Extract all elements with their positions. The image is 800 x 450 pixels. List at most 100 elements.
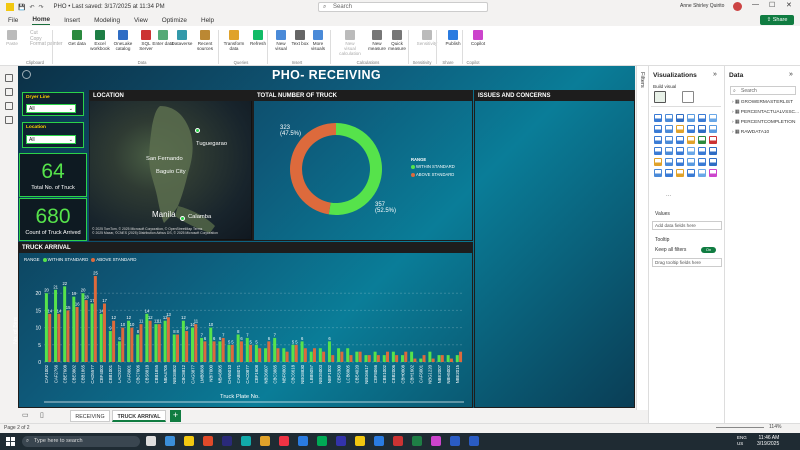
- visual-type-icon[interactable]: [654, 158, 662, 166]
- visual-type-icon[interactable]: [698, 125, 706, 133]
- windows-start-icon[interactable]: [6, 437, 15, 446]
- close-button[interactable]: ✕: [786, 1, 792, 9]
- visual-type-icon[interactable]: [709, 114, 717, 122]
- visual-type-icon[interactable]: [687, 158, 695, 166]
- maximize-button[interactable]: ☐: [769, 1, 775, 9]
- bar-above[interactable]: [221, 337, 225, 362]
- bar-within[interactable]: [428, 351, 432, 362]
- bar-above[interactable]: [322, 351, 326, 362]
- dryer-line-dropdown[interactable]: All ⌄: [26, 104, 76, 113]
- visual-type-icon[interactable]: [654, 125, 662, 133]
- dryer-line-slicer[interactable]: Dryer Line All ⌄: [22, 92, 84, 116]
- ribbon-more-visuals-button[interactable]: More visuals: [307, 30, 329, 51]
- page-view-icon[interactable]: ▭: [22, 411, 29, 419]
- visual-type-icon[interactable]: [665, 136, 673, 144]
- bar-within[interactable]: [455, 355, 459, 362]
- visual-type-icon[interactable]: [676, 136, 684, 144]
- taskbar-app-icon[interactable]: [412, 436, 422, 446]
- data-table-item[interactable]: › ▦ GROWERMASTERLIST: [732, 100, 793, 105]
- menu-home[interactable]: Home: [32, 16, 51, 25]
- bar-above[interactable]: [166, 317, 170, 362]
- search-input[interactable]: ⌕ Search: [318, 2, 488, 12]
- taskbar-app-icon[interactable]: [374, 436, 384, 446]
- bar-within[interactable]: [117, 341, 121, 362]
- collapse-viz-icon[interactable]: »: [713, 71, 717, 78]
- visual-type-icon[interactable]: [676, 114, 684, 122]
- bar-within[interactable]: [245, 337, 249, 362]
- undo-icon[interactable]: ↶: [29, 4, 34, 11]
- ribbon-excel-workbook-button[interactable]: Excel workbook: [89, 30, 111, 51]
- bar-within[interactable]: [264, 348, 268, 362]
- bar-above[interactable]: [276, 348, 280, 362]
- bar-above[interactable]: [176, 334, 180, 362]
- data-table-item[interactable]: › ▦ RAWDATA10: [732, 130, 769, 135]
- redo-icon[interactable]: ↷: [39, 4, 44, 11]
- report-view-icon[interactable]: [5, 74, 13, 82]
- bar-within[interactable]: [154, 324, 158, 362]
- menu-file[interactable]: File: [8, 17, 18, 24]
- bar-within[interactable]: [364, 355, 368, 362]
- bar-above[interactable]: [249, 344, 253, 362]
- map-marker[interactable]: [195, 128, 200, 133]
- bar-above[interactable]: [449, 358, 453, 362]
- visual-type-icon[interactable]: [698, 136, 706, 144]
- bar-above[interactable]: [148, 320, 152, 362]
- visual-type-icon[interactable]: [687, 147, 695, 155]
- bar-within[interactable]: [236, 334, 240, 362]
- bar-chart[interactable]: 051015202014CAF10022114CAF27662215CBE760…: [18, 262, 473, 408]
- bar-within[interactable]: [327, 341, 331, 362]
- bar-above[interactable]: [239, 341, 243, 362]
- format-painter-button[interactable]: Format painter: [30, 41, 63, 48]
- bar-above[interactable]: [130, 327, 134, 362]
- bar-above[interactable]: [157, 324, 161, 362]
- avatar[interactable]: [733, 2, 742, 11]
- bar-above[interactable]: [57, 313, 61, 362]
- visual-type-icon[interactable]: [654, 169, 662, 177]
- taskbar-app-icon[interactable]: [336, 436, 346, 446]
- save-icon[interactable]: 💾: [18, 4, 25, 11]
- bar-within[interactable]: [54, 289, 58, 362]
- bar-within[interactable]: [254, 344, 258, 362]
- bar-above[interactable]: [340, 351, 344, 362]
- bar-above[interactable]: [312, 348, 316, 362]
- bar-within[interactable]: [181, 320, 185, 362]
- bar-above[interactable]: [93, 276, 97, 362]
- ribbon-transform-data-button[interactable]: Transform data: [223, 30, 245, 51]
- bar-within[interactable]: [218, 341, 222, 362]
- bar-above[interactable]: [66, 310, 70, 362]
- data-table-item[interactable]: › ▦ PERCENTCOMPLETION: [732, 120, 795, 125]
- visual-type-icon[interactable]: [676, 125, 684, 133]
- location-dropdown[interactable]: All ⌄: [26, 135, 76, 144]
- visual-type-icon[interactable]: [654, 147, 662, 155]
- more-visuals-icon[interactable]: ···: [666, 193, 671, 199]
- collapse-data-icon[interactable]: »: [789, 71, 793, 78]
- ribbon-paste-button[interactable]: Paste: [1, 30, 23, 46]
- bar-above[interactable]: [48, 313, 52, 362]
- visual-type-icon[interactable]: [654, 136, 662, 144]
- bar-within[interactable]: [282, 348, 286, 362]
- visual-type-icon[interactable]: [698, 114, 706, 122]
- tooltip-well[interactable]: Drag tooltip fields here: [652, 258, 722, 267]
- taskbar-app-icon[interactable]: [203, 436, 213, 446]
- ribbon-new-visual-calculation-button[interactable]: New visual calculation: [339, 30, 361, 56]
- ribbon-onelake-catalog-button[interactable]: OneLake catalog: [112, 30, 134, 51]
- bar-above[interactable]: [358, 351, 362, 362]
- bar-within[interactable]: [410, 351, 414, 362]
- bar-within[interactable]: [108, 331, 112, 362]
- visual-type-icon[interactable]: [665, 147, 673, 155]
- bar-within[interactable]: [90, 303, 94, 362]
- bar-within[interactable]: [163, 320, 167, 362]
- bar-above[interactable]: [331, 355, 335, 362]
- bar-within[interactable]: [446, 355, 450, 362]
- bar-above[interactable]: [185, 331, 189, 362]
- map-marker[interactable]: [180, 216, 185, 221]
- bar-above[interactable]: [75, 306, 79, 362]
- visual-type-icon[interactable]: [665, 158, 673, 166]
- ribbon-recent-sources-button[interactable]: Recent sources: [194, 30, 216, 51]
- mobile-view-icon[interactable]: ▯: [40, 411, 44, 419]
- ribbon-copilot-button[interactable]: Copilot: [467, 30, 489, 46]
- bar-above[interactable]: [303, 348, 307, 362]
- issues-panel[interactable]: ISSUES AND CONCERNS: [474, 90, 635, 408]
- bar-above[interactable]: [139, 324, 143, 362]
- bar-within[interactable]: [172, 334, 176, 362]
